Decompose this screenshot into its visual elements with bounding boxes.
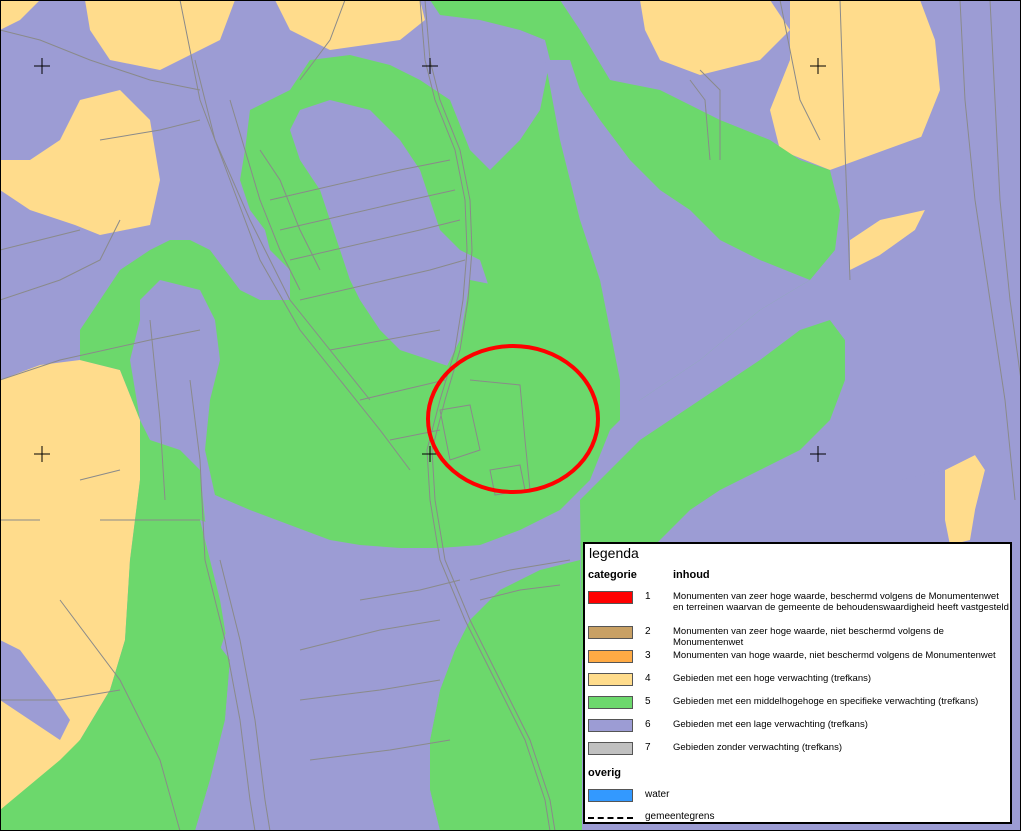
legend-panel: legenda categorie inhoud 1 Monumenten va… xyxy=(583,542,1012,824)
legend-num: 5 xyxy=(645,696,651,707)
legend-num: 1 xyxy=(645,591,651,602)
legend-swatch-water xyxy=(588,789,633,802)
legend-text: Gebieden met een lage verwachting (trefk… xyxy=(673,719,868,730)
legend-item: 1 Monumenten van zeer hoge waarde, besch… xyxy=(585,590,1010,613)
legend-water-label: water xyxy=(645,789,670,800)
legend-item: 2 Monumenten van zeer hoge waarde, niet … xyxy=(585,625,1010,648)
legend-num: 7 xyxy=(645,742,651,753)
legend-swatch-1 xyxy=(588,591,633,604)
legend-text: Monumenten van hoge waarde, niet bescher… xyxy=(673,650,996,661)
legend-item: 6 Gebieden met een lage verwachting (tre… xyxy=(585,718,1010,738)
legend-swatch-3 xyxy=(588,650,633,663)
legend-item: 3 Monumenten van hoge waarde, niet besch… xyxy=(585,649,1010,669)
legend-text: Monumenten van zeer hoge waarde, bescher… xyxy=(673,591,1009,613)
legend-category-header: categorie xyxy=(588,569,637,581)
legend-swatch-7 xyxy=(588,742,633,755)
legend-text: Gebieden met een hoge verwachting (trefk… xyxy=(673,673,872,684)
legend-swatch-4 xyxy=(588,673,633,686)
legend-item: 4 Gebieden met een hoge verwachting (tre… xyxy=(585,672,1010,692)
legend-text: Monumenten van zeer hoge waarde, niet be… xyxy=(673,626,944,648)
legend-num: 3 xyxy=(645,650,651,661)
legend-swatch-6 xyxy=(588,719,633,732)
legend-border-label: gemeentegrens xyxy=(645,811,715,822)
legend-item: 7 Gebieden zonder verwachting (trefkans) xyxy=(585,741,1010,761)
legend-text: Gebieden met een middelhogehoge en speci… xyxy=(673,696,979,707)
legend-item-water: water xyxy=(585,788,1010,808)
legend-num: 6 xyxy=(645,719,651,730)
legend-swatch-2 xyxy=(588,626,633,639)
legend-num: 2 xyxy=(645,626,651,637)
legend-swatch-5 xyxy=(588,696,633,709)
municipal-border-line-icon xyxy=(588,817,633,819)
legend-text: Gebieden zonder verwachting (trefkans) xyxy=(673,742,842,753)
legend-item: 5 Gebieden met een middelhogehoge en spe… xyxy=(585,695,1010,715)
legend-other-header: overig xyxy=(588,767,622,779)
legend-content-header: inhoud xyxy=(673,569,710,581)
legend-num: 4 xyxy=(645,673,651,684)
legend-title: legenda xyxy=(589,545,639,561)
